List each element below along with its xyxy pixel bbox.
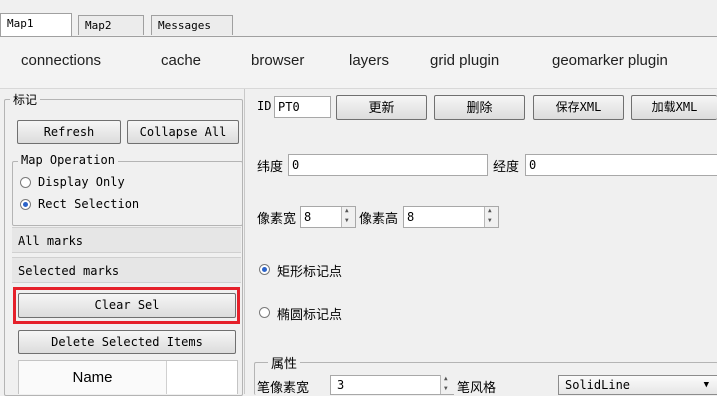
collapse-all-button[interactable]: Collapse All [127, 120, 239, 144]
ellipse-marker-radio[interactable] [259, 307, 270, 318]
longitude-label: 经度 [493, 159, 520, 174]
ellipse-marker-label[interactable]: 椭圆标记点 [277, 304, 342, 323]
latitude-input[interactable]: 0 [288, 154, 488, 176]
rect-selection-label[interactable]: Rect Selection [38, 197, 139, 211]
tab-connections[interactable]: connections [21, 52, 101, 69]
latitude-label: 纬度 [257, 159, 284, 174]
tab-cache[interactable]: cache [161, 52, 201, 69]
update-button[interactable]: 更新 [336, 95, 427, 120]
tab-layers[interactable]: layers [349, 52, 389, 69]
id-input[interactable]: PT0 [274, 96, 331, 118]
highlight-box [13, 287, 240, 324]
delete-selected-items-button[interactable]: Delete Selected Items [18, 330, 236, 354]
tab-browser[interactable]: browser [251, 52, 304, 69]
pen-width-value: 3 [337, 378, 345, 392]
map-operation-title: Map Operation [18, 153, 118, 167]
rect-marker-label[interactable]: 矩形标记点 [277, 261, 342, 280]
name-column-header[interactable]: Name [19, 361, 167, 394]
all-marks-section[interactable]: All marks [12, 227, 241, 253]
longitude-input[interactable]: 0 [525, 154, 717, 176]
delete-button[interactable]: 删除 [434, 95, 525, 120]
pixel-width-label: 像素宽 [257, 211, 297, 226]
tab-grid-plugin[interactable]: grid plugin [430, 52, 499, 69]
display-only-label[interactable]: Display Only [38, 175, 125, 189]
pen-style-value: SolidLine [565, 378, 631, 392]
pen-width-spin-arrows[interactable] [440, 375, 454, 394]
tab-map2[interactable]: Map2 [78, 15, 144, 35]
save-xml-button[interactable]: 保存XML [533, 95, 624, 120]
pixel-height-label: 像素高 [359, 211, 399, 226]
chevron-down-icon: ▼ [703, 380, 709, 390]
pen-style-label: 笔风格 [457, 380, 497, 395]
tab-geomarker-plugin[interactable]: geomarker plugin [552, 52, 668, 69]
attributes-title: 属性 [268, 353, 301, 372]
rect-selection-radio[interactable] [20, 199, 31, 210]
pen-width-label: 笔像素宽 [257, 380, 310, 395]
display-only-radio[interactable] [20, 177, 31, 188]
rect-marker-radio[interactable] [259, 264, 270, 275]
tab-messages[interactable]: Messages [151, 15, 233, 35]
marks-group-title: 标记 [10, 91, 41, 108]
load-xml-button[interactable]: 加载XML [631, 95, 717, 120]
selected-marks-section[interactable]: Selected marks [12, 257, 241, 283]
tab-map1[interactable]: Map1 [0, 13, 72, 36]
pen-width-spinbox[interactable]: 3 [330, 375, 454, 395]
pixel-width-value: 8 [304, 210, 312, 224]
map-operation-groupbox [12, 161, 243, 226]
pixel-width-spin-arrows[interactable] [341, 207, 355, 227]
id-label: ID [257, 99, 272, 113]
pixel-height-spin-arrows[interactable] [484, 207, 498, 227]
refresh-button[interactable]: Refresh [17, 120, 121, 144]
pixel-height-value: 8 [407, 210, 415, 224]
pen-style-select[interactable]: SolidLine ▼ [558, 375, 717, 395]
